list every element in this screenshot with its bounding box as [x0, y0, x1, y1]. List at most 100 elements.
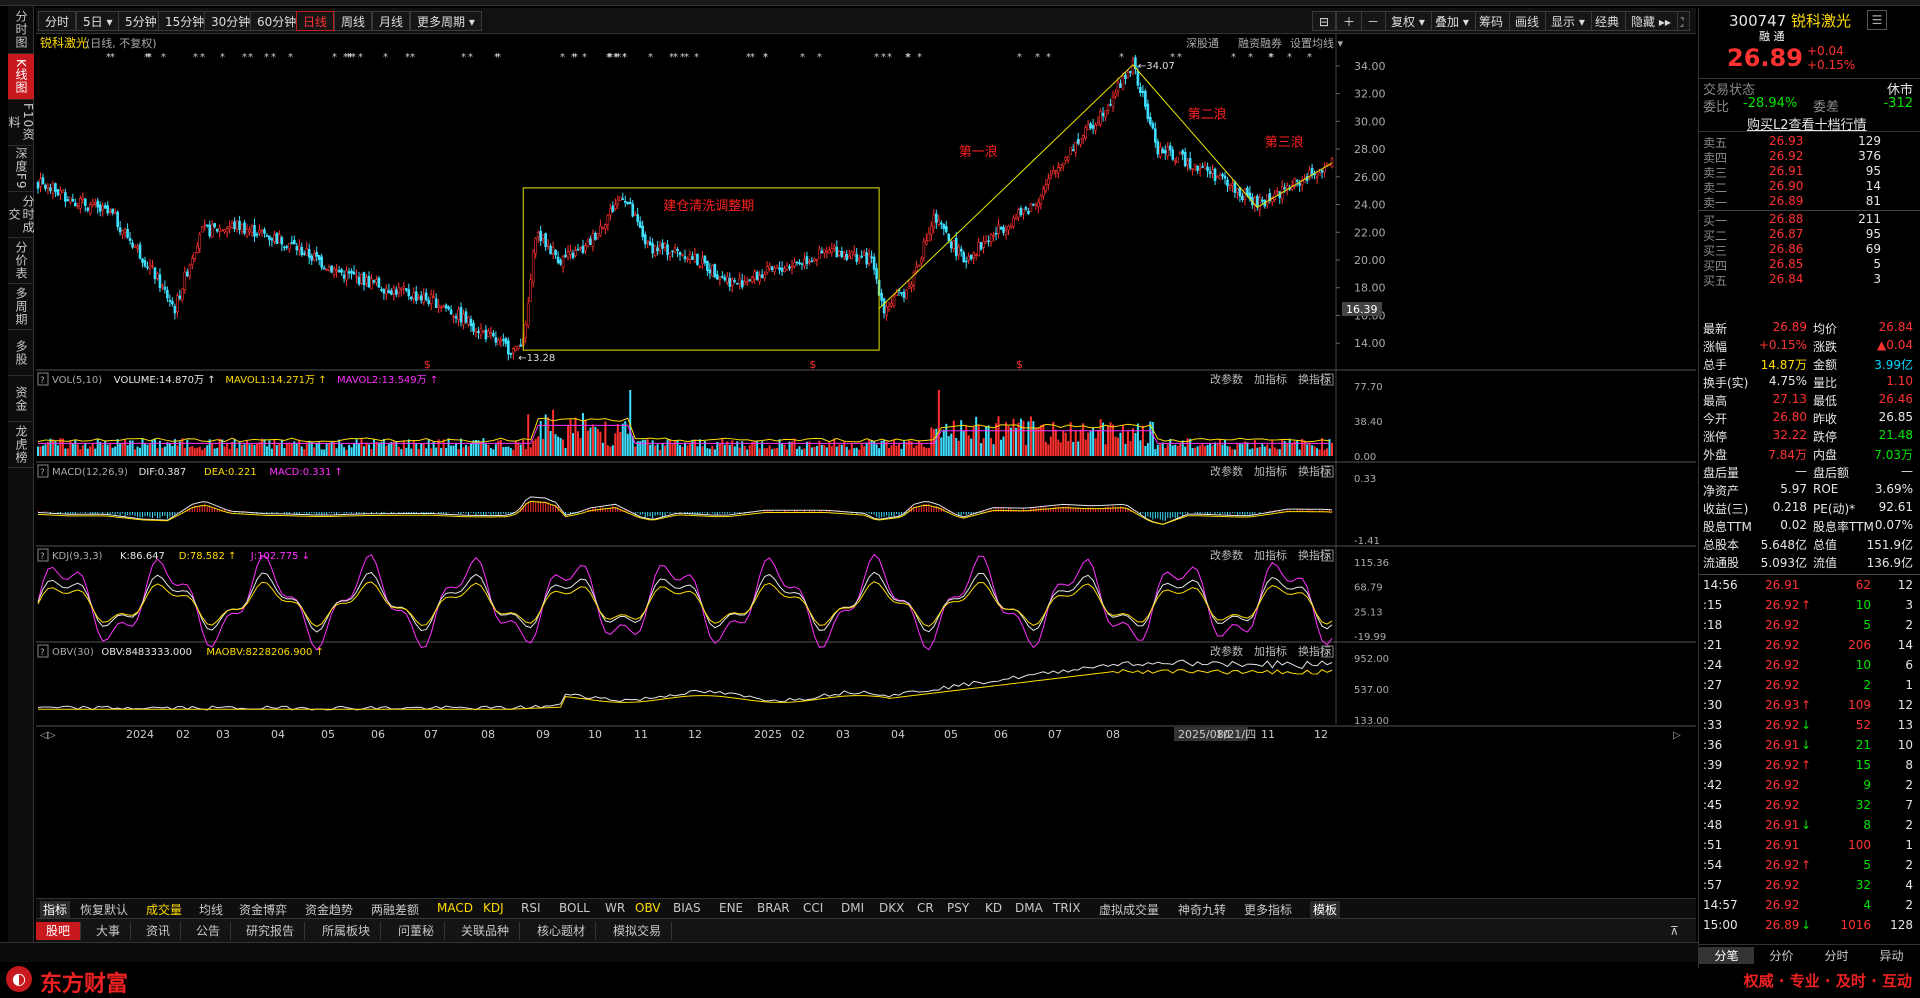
- indicator-tab-8[interactable]: KDJ: [483, 901, 504, 915]
- volume-bar: [1251, 448, 1254, 456]
- indicator-tab-10[interactable]: BOLL: [559, 901, 590, 915]
- chart-link-0[interactable]: 深股通: [1186, 37, 1219, 50]
- indicator-tab-18[interactable]: DKX: [879, 901, 904, 915]
- panel-button[interactable]: 改参数: [1210, 548, 1243, 562]
- candle-body: [467, 317, 470, 325]
- period-tab-1[interactable]: 5日 ▾: [76, 11, 120, 31]
- bottom-tab-2[interactable]: 资讯: [136, 922, 182, 940]
- indicator-tab-24[interactable]: 虚拟成交量: [1099, 901, 1159, 918]
- indicator-tab-5[interactable]: 资金趋势: [305, 901, 353, 918]
- chart-link-2[interactable]: 设置均线 ▾: [1290, 36, 1343, 50]
- period-tab-2[interactable]: 5分钟: [118, 11, 164, 31]
- panel-button[interactable]: 加指标: [1254, 644, 1287, 658]
- toolbar-right-3[interactable]: 复权 ▾: [1384, 11, 1432, 31]
- toolbar-right-1[interactable]: ＋: [1336, 11, 1363, 31]
- volume-bar: [198, 446, 201, 456]
- sidebar-item-3[interactable]: 深度F9: [8, 146, 34, 192]
- bottom-tab-7[interactable]: 关联品种: [451, 922, 521, 940]
- indicator-tab-1[interactable]: 恢复默认: [80, 901, 128, 918]
- panel-button[interactable]: 改参数: [1210, 644, 1243, 658]
- sidebar-item-9[interactable]: 龙虎榜: [8, 422, 34, 468]
- volume-bar: [236, 448, 239, 456]
- sidebar-item-0[interactable]: 分时图: [8, 6, 34, 54]
- indicator-tab-13[interactable]: BIAS: [673, 901, 701, 915]
- period-tab-6[interactable]: 日线: [296, 11, 335, 31]
- indicator-tab-4[interactable]: 资金博弈: [239, 901, 287, 918]
- chart-link-1[interactable]: 融资融券: [1238, 36, 1282, 50]
- panel-button[interactable]: 加指标: [1254, 464, 1287, 478]
- toolbar-right-2[interactable]: －: [1360, 11, 1387, 31]
- period-tab-9[interactable]: 更多周期 ▾: [410, 11, 482, 31]
- candle-body: [288, 243, 291, 250]
- sidebar-item-1[interactable]: K线图: [8, 54, 34, 100]
- quote-tab-3[interactable]: 异动: [1864, 947, 1919, 964]
- indicator-tab-14[interactable]: ENE: [719, 901, 743, 915]
- bottom-tab-0[interactable]: 股吧: [36, 922, 82, 940]
- stock-search-icon[interactable]: ☰: [1867, 10, 1887, 30]
- event-marker: *: [560, 52, 565, 63]
- toolbar-right-7[interactable]: 显示 ▾: [1544, 11, 1592, 31]
- indicator-tab-17[interactable]: DMI: [841, 901, 864, 915]
- toolbar-right-9[interactable]: 隐藏 ▸▸: [1624, 11, 1678, 31]
- indicator-tab-9[interactable]: RSI: [521, 901, 541, 915]
- indicator-tab-21[interactable]: KD: [985, 901, 1002, 915]
- indicator-tab-6[interactable]: 两融差额: [371, 901, 419, 918]
- bottom-tab-9[interactable]: 模拟交易: [603, 922, 673, 940]
- candle-body: [748, 279, 752, 282]
- indicator-tab-19[interactable]: CR: [917, 901, 934, 915]
- volume-bar: [479, 441, 482, 456]
- quote-tab-2[interactable]: 分时: [1809, 947, 1864, 964]
- indicator-tab-11[interactable]: WR: [605, 901, 625, 915]
- bottom-tab-4[interactable]: 研究报告: [236, 922, 306, 940]
- indicator-tab-16[interactable]: CCI: [803, 901, 823, 915]
- bottom-tab-6[interactable]: 问董秘: [388, 922, 446, 940]
- sidebar-item-7[interactable]: 多股: [8, 330, 34, 376]
- volume-bar: [1067, 440, 1070, 456]
- toolbar-right-4[interactable]: 叠加 ▾: [1428, 11, 1476, 31]
- period-tab-8[interactable]: 月线: [372, 11, 411, 31]
- period-tab-7[interactable]: 周线: [334, 11, 373, 31]
- panel-button[interactable]: 改参数: [1210, 372, 1243, 386]
- indicator-tab-26[interactable]: 更多指标: [1244, 901, 1292, 918]
- period-tab-0[interactable]: 分时: [38, 11, 77, 31]
- candle-body: [865, 252, 868, 265]
- indicator-tab-23[interactable]: TRIX: [1053, 901, 1080, 915]
- wave3-label: 第三浪: [1265, 135, 1304, 150]
- indicator-tab-25[interactable]: 神奇九转: [1178, 901, 1226, 918]
- panel-button[interactable]: 改参数: [1210, 464, 1243, 478]
- indicator-tab-12[interactable]: OBV: [635, 901, 661, 915]
- indicator-tab-15[interactable]: BRAR: [757, 901, 790, 915]
- indicator-tab-7[interactable]: MACD: [437, 901, 473, 915]
- sidebar-item-4[interactable]: 分时成交: [7, 192, 35, 238]
- toolbar-right-6[interactable]: 画线: [1508, 11, 1547, 31]
- sidebar-item-2[interactable]: F10资料: [7, 100, 35, 146]
- bottom-tab-5[interactable]: 所属板块: [312, 922, 382, 940]
- tick-price: 26.92: [1765, 798, 1800, 812]
- quote-tab-1[interactable]: 分价: [1754, 947, 1809, 964]
- panel-button[interactable]: 加指标: [1254, 548, 1287, 562]
- bottom-tab-8[interactable]: 核心题材: [527, 922, 597, 940]
- panel-button[interactable]: 加指标: [1254, 372, 1287, 386]
- volume-bar: [375, 441, 378, 456]
- indicator-tab-3[interactable]: 均线: [199, 901, 223, 918]
- toolbar-right-8[interactable]: 经典: [1588, 11, 1627, 31]
- sidebar-item-8[interactable]: 资金: [8, 376, 34, 422]
- expand-icon[interactable]: ⊼: [1660, 922, 1689, 940]
- volume-bar: [482, 438, 485, 456]
- quote-tab-0[interactable]: 分笔: [1699, 947, 1754, 964]
- indicator-tab-22[interactable]: DMA: [1015, 901, 1043, 915]
- sidebar-item-5[interactable]: 分价表: [8, 238, 34, 284]
- indicator-tab-0[interactable]: 指标: [40, 901, 71, 918]
- bottom-tab-1[interactable]: 大事: [86, 922, 132, 940]
- sidebar-item-6[interactable]: 多周期: [8, 284, 34, 330]
- volume-bar: [462, 447, 465, 456]
- panel-y-tick: 77.70: [1354, 382, 1383, 393]
- indicator-tab-27[interactable]: 模板: [1310, 901, 1341, 918]
- kline-chart-svg[interactable]: 锐科激光(日线, 不复权) 深股通 融资融券 设置均线 ▾* ** * * ** **** ***…: [36, 34, 1696, 914]
- indicator-tab-2[interactable]: 成交量: [146, 901, 182, 918]
- l2-link[interactable]: 购买L2查看十档行情: [1747, 114, 1867, 133]
- indicator-tab-20[interactable]: PSY: [947, 901, 969, 915]
- toolbar-right-0[interactable]: ⊟: [1312, 11, 1337, 31]
- toolbar-right-5[interactable]: 筹码: [1472, 11, 1511, 31]
- bottom-tab-3[interactable]: 公告: [186, 922, 232, 940]
